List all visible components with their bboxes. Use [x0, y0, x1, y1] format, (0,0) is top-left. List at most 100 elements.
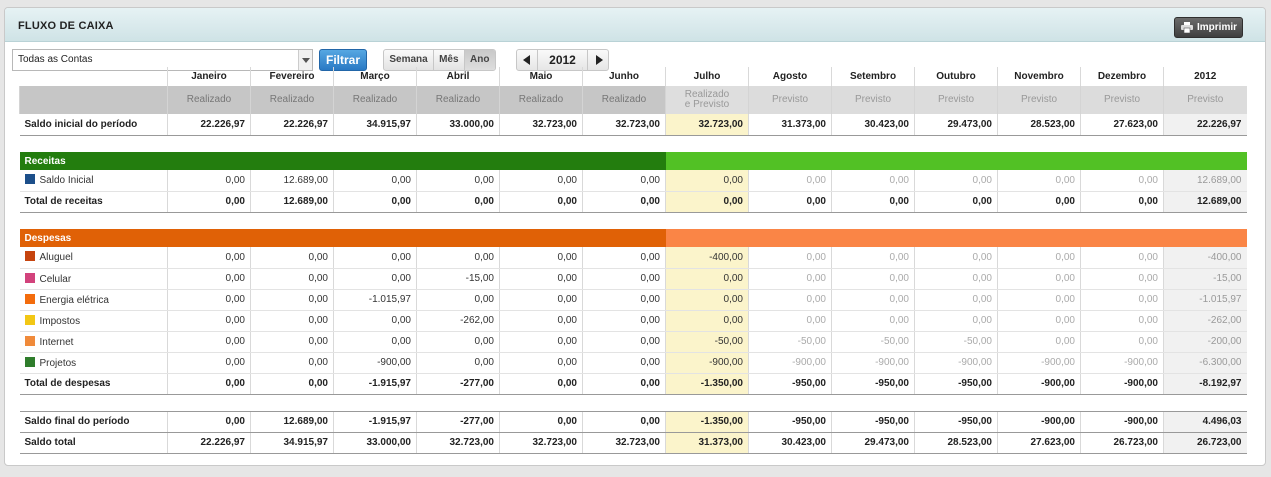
- row-label: Total de despesas: [19, 373, 168, 395]
- value-cell: 0,00: [499, 247, 583, 269]
- print-button[interactable]: Imprimir: [1174, 17, 1243, 38]
- value-cell: -400,00: [665, 247, 749, 269]
- value-cell: 0,00: [582, 191, 666, 213]
- despesa-row: Celular 0,00 0,00 0,00 -15,00 0,00 0,00 0,00 0,0…: [19, 268, 1247, 290]
- value-cell: 12.689,00: [250, 410, 334, 433]
- value-cell: -900,00: [333, 352, 417, 374]
- value-cell: -15,00: [1163, 268, 1247, 290]
- value-cell: 0,00: [167, 247, 251, 269]
- section-band: [665, 229, 1247, 247]
- saldo-total-row: Saldo total 22.226,97 34.915,97 33.000,00 32…: [19, 432, 1247, 454]
- value-cell: -277,00: [416, 373, 500, 395]
- value-cell: 0,00: [582, 170, 666, 192]
- value-cell: 0,00: [914, 247, 998, 269]
- value-cell: -900,00: [1080, 373, 1164, 395]
- value-cell: 0,00: [997, 289, 1081, 311]
- value-cell: 0,00: [997, 247, 1081, 269]
- month-header: Setembro: [831, 67, 915, 86]
- despesa-row: Aluguel 0,00 0,00 0,00 0,00 0,00 0,00 -400,00 0,…: [19, 247, 1247, 269]
- value-cell: 26.723,00: [1163, 432, 1247, 454]
- row-label: Saldo inicial do período: [19, 114, 168, 136]
- spacer-row: [19, 394, 1247, 411]
- value-cell: 0,00: [1080, 331, 1164, 353]
- value-cell: -900,00: [831, 352, 915, 374]
- row-label: Impostos: [19, 310, 168, 332]
- value-cell: 0,00: [499, 352, 583, 374]
- value-cell: 12.689,00: [1163, 170, 1247, 192]
- value-cell: 22.226,97: [167, 114, 251, 136]
- print-label: Imprimir: [1197, 22, 1238, 33]
- value-cell: 0,00: [997, 170, 1081, 192]
- value-cell: 0,00: [665, 268, 749, 290]
- row-label: Saldo total: [19, 432, 168, 454]
- value-cell: 0,00: [250, 352, 334, 374]
- value-cell: 0,00: [831, 289, 915, 311]
- value-cell: 29.473,00: [831, 432, 915, 454]
- category-color-icon: [24, 335, 35, 346]
- value-cell: 0,00: [333, 268, 417, 290]
- value-cell: 32.723,00: [582, 114, 666, 136]
- value-cell: 0,00: [997, 331, 1081, 353]
- value-cell: 0,00: [582, 373, 666, 395]
- month-header: 2012: [1163, 67, 1247, 86]
- month-header: Agosto: [748, 67, 832, 86]
- value-cell: 32.723,00: [582, 432, 666, 454]
- value-cell: 0,00: [167, 331, 251, 353]
- value-cell: -262,00: [416, 310, 500, 332]
- value-cell: 0,00: [167, 170, 251, 192]
- value-cell: 0,00: [665, 289, 749, 311]
- value-cell: -1.350,00: [665, 373, 749, 395]
- value-cell: 31.373,00: [665, 432, 749, 454]
- row-label-text: Total de despesas: [24, 378, 111, 389]
- category-color-icon: [24, 356, 35, 367]
- value-cell: 0,00: [914, 268, 998, 290]
- value-cell: 0,00: [499, 170, 583, 192]
- section-title: Receitas: [19, 152, 666, 170]
- value-cell: 0,00: [748, 170, 832, 192]
- value-cell: -400,00: [1163, 247, 1247, 269]
- value-cell: 0,00: [665, 310, 749, 332]
- month-header: Outubro: [914, 67, 998, 86]
- row-label-text: Celular: [39, 273, 72, 285]
- value-cell: 0,00: [499, 373, 583, 395]
- value-cell: 0,00: [416, 170, 500, 192]
- value-cell: 12.689,00: [250, 191, 334, 213]
- value-cell: 0,00: [416, 289, 500, 311]
- value-cell: 28.523,00: [997, 114, 1081, 136]
- status-label: Previsto: [831, 86, 915, 114]
- panel-header: FLUXO DE CAIXA Imprimir: [5, 8, 1265, 42]
- value-cell: 0,00: [499, 268, 583, 290]
- row-label: Celular: [19, 268, 168, 290]
- value-cell: 0,00: [748, 191, 832, 213]
- status-label: Realizado: [333, 86, 417, 114]
- status-label: Previsto: [914, 86, 998, 114]
- value-cell: 0,00: [250, 373, 334, 395]
- value-cell: 32.723,00: [665, 114, 749, 136]
- value-cell: 0,00: [914, 310, 998, 332]
- row-label: Saldo final do período: [19, 410, 168, 433]
- value-cell: 0,00: [582, 352, 666, 374]
- row-label-text: Aluguel: [39, 252, 73, 264]
- status-label: Previsto: [997, 86, 1081, 114]
- value-cell: -50,00: [914, 331, 998, 353]
- row-label: Energia elétrica: [19, 289, 168, 311]
- month-header: Junho: [582, 67, 666, 86]
- total-receitas-row: Total de receitas 0,00 12.689,00 0,00 0,00 0,…: [19, 191, 1247, 213]
- value-cell: 32.723,00: [416, 432, 500, 454]
- month-header: Fevereiro: [250, 67, 334, 86]
- month-header: Março: [333, 67, 417, 86]
- value-cell: -200,00: [1163, 331, 1247, 353]
- total-despesas-row: Total de despesas 0,00 0,00 -1.915,97 -277,0…: [19, 373, 1247, 395]
- value-cell: 0,00: [997, 268, 1081, 290]
- value-cell: -900,00: [665, 352, 749, 374]
- value-cell: 31.373,00: [748, 114, 832, 136]
- value-cell: 33.000,00: [416, 114, 500, 136]
- status-header-row: Realizado Realizado Realizado Realizado Real…: [19, 86, 1247, 114]
- value-cell: -15,00: [416, 268, 500, 290]
- value-cell: 0,00: [914, 289, 998, 311]
- status-label: Realizado e Previsto: [665, 86, 749, 114]
- value-cell: 0,00: [997, 310, 1081, 332]
- value-cell: 0,00: [333, 170, 417, 192]
- category-color-icon: [24, 272, 35, 283]
- value-cell: 0,00: [748, 268, 832, 290]
